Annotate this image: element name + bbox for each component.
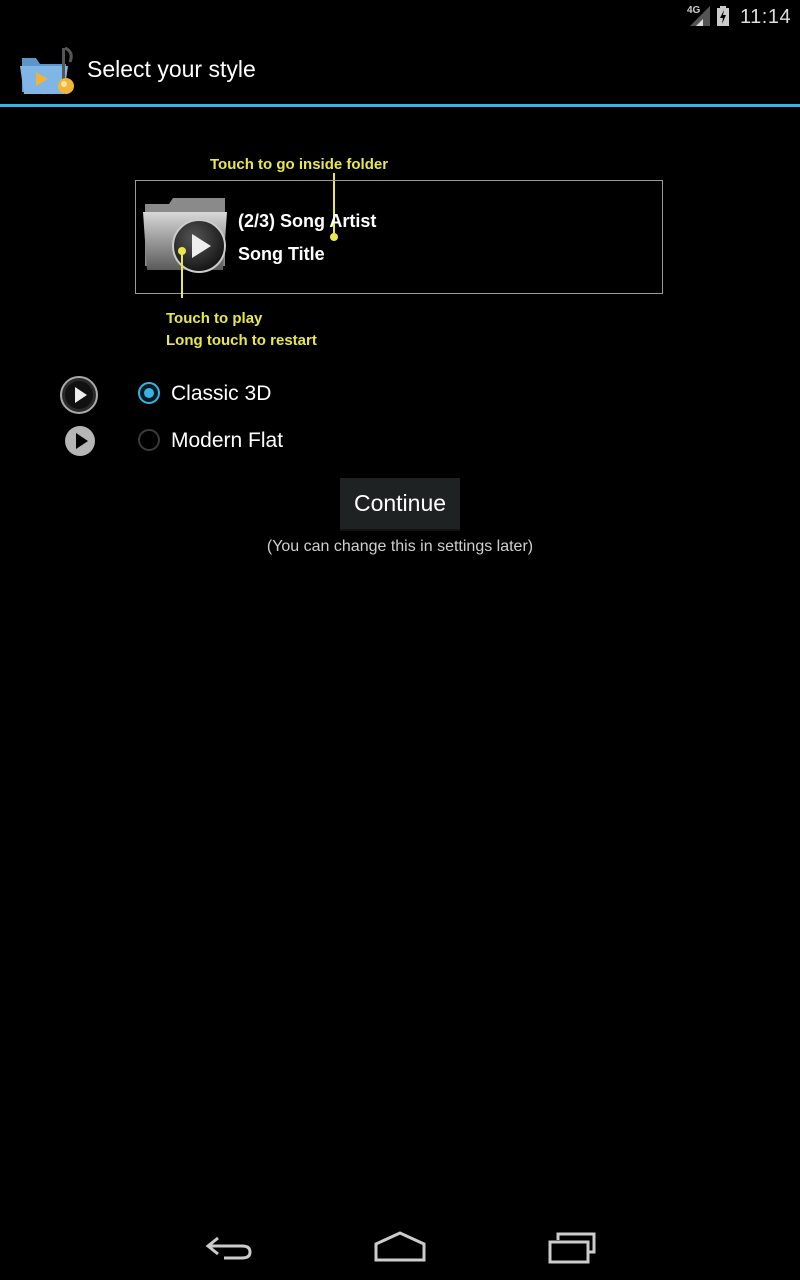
play-circle-flat-icon: [65, 426, 95, 456]
back-icon[interactable]: [204, 1232, 256, 1262]
status-bar: 4G 11:14: [0, 0, 800, 34]
hint-restart: Long touch to restart: [166, 332, 317, 349]
song-title: Song Title: [238, 244, 325, 264]
folder-play-icon: [143, 198, 227, 273]
radio-modern-flat[interactable]: [138, 429, 160, 451]
hint-play-line: [181, 251, 183, 298]
page-title: Select your style: [87, 56, 256, 82]
hint-play: Touch to play: [166, 310, 263, 327]
radio-label-modern-flat[interactable]: Modern Flat: [171, 429, 283, 453]
hint-folder: Touch to go inside folder: [210, 156, 389, 173]
folder-music-icon[interactable]: [18, 42, 80, 100]
continue-button[interactable]: Continue: [340, 478, 460, 531]
home-icon[interactable]: [372, 1230, 428, 1264]
song-artist: (2/3) Song Artist: [238, 211, 377, 231]
radio-classic-3d[interactable]: [138, 382, 160, 404]
signal-icon: [690, 6, 710, 26]
nav-bar: [0, 1216, 800, 1280]
play-circle-3d-icon: [60, 376, 98, 414]
recents-icon[interactable]: [546, 1230, 598, 1266]
radio-label-classic-3d[interactable]: Classic 3D: [171, 382, 271, 406]
action-bar-divider: [0, 104, 800, 107]
action-bar: Select your style: [0, 34, 800, 105]
clock: 11:14: [740, 6, 792, 28]
settings-note: (You can change this in settings later): [266, 538, 534, 555]
battery-icon: [717, 6, 729, 26]
